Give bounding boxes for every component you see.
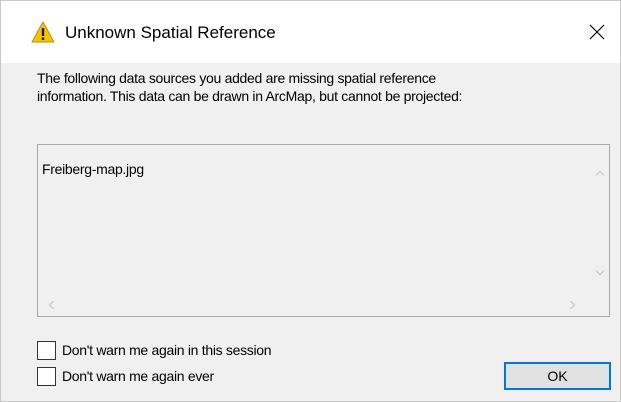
chevron-right-icon: [569, 297, 576, 315]
dont-warn-ever-checkbox[interactable]: [37, 366, 56, 386]
unknown-spatial-reference-dialog: Unknown Spatial Reference The following …: [0, 0, 621, 402]
scroll-right-arrow[interactable]: [564, 297, 581, 314]
dont-warn-session-label[interactable]: Don't warn me again in this session: [62, 342, 272, 358]
list-item[interactable]: Freiberg-map.jpg: [42, 161, 144, 177]
dont-warn-session-row[interactable]: Don't warn me again in this session: [37, 339, 272, 361]
dont-warn-ever-row[interactable]: Don't warn me again ever: [37, 365, 214, 387]
horizontal-scrollbar[interactable]: [38, 296, 590, 316]
dont-warn-ever-label[interactable]: Don't warn me again ever: [62, 368, 214, 384]
scroll-left-arrow[interactable]: [42, 297, 59, 314]
close-button[interactable]: [574, 1, 620, 63]
title-bar: Unknown Spatial Reference: [1, 1, 620, 63]
chevron-down-icon: [595, 263, 605, 281]
ok-button[interactable]: OK: [504, 362, 611, 390]
vertical-scrollbar[interactable]: [590, 145, 609, 295]
close-icon: [589, 24, 605, 40]
message-text: The following data sources you added are…: [37, 69, 597, 105]
dialog-title: Unknown Spatial Reference: [65, 23, 276, 42]
message-line-1: The following data sources you added are…: [37, 70, 436, 86]
message-line-2: information. This data can be drawn in A…: [37, 88, 463, 104]
chevron-left-icon: [48, 297, 54, 315]
chevron-up-icon: [595, 163, 605, 181]
data-sources-listbox[interactable]: Freiberg-map.jpg: [37, 144, 610, 317]
warning-icon: [31, 21, 55, 43]
scroll-down-arrow[interactable]: [591, 263, 608, 280]
scrollbar-corner: [590, 296, 609, 316]
scroll-up-arrow[interactable]: [591, 163, 608, 180]
dont-warn-session-checkbox[interactable]: [37, 340, 56, 360]
